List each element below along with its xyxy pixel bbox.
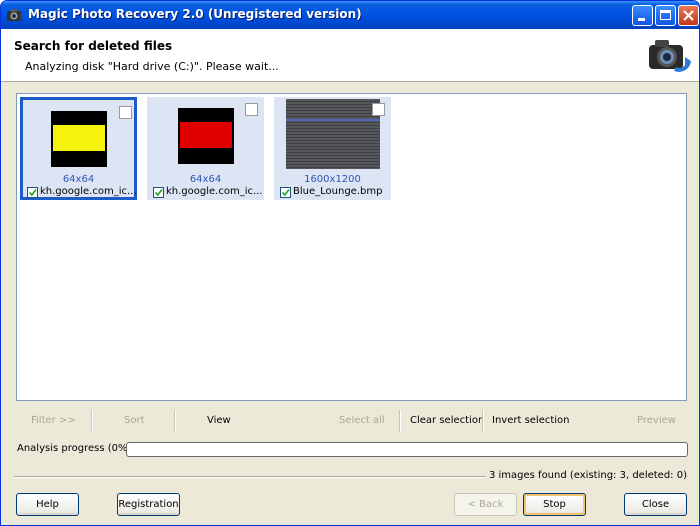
close-icon	[683, 10, 694, 21]
view-button[interactable]: View	[207, 415, 231, 426]
app-window: Magic Photo Recovery 2.0 (Unregistered v…	[0, 0, 700, 526]
file-name: kh.google.com_ic...	[40, 186, 136, 197]
image-dimensions: 1600x1200	[304, 174, 361, 185]
image-dimensions: 64x64	[189, 174, 222, 185]
status-text: 3 images found (existing: 3, deleted: 0)	[484, 470, 687, 481]
file-type-icon	[119, 106, 132, 119]
file-name: kh.google.com_ic...	[166, 186, 262, 197]
checkmark-icon	[281, 189, 290, 197]
help-button[interactable]: Help	[16, 493, 79, 516]
back-button[interactable]: < Back	[454, 493, 517, 516]
file-thumbnail[interactable]: 1600x1200 Blue_Lounge.bmp	[274, 97, 391, 200]
minimize-button[interactable]	[632, 5, 653, 26]
title-bar[interactable]: Magic Photo Recovery 2.0 (Unregistered v…	[1, 1, 699, 29]
clear-selection-button[interactable]: Clear selection	[410, 415, 484, 426]
stop-button[interactable]: Stop	[523, 493, 586, 516]
toolbar-separator	[91, 410, 93, 432]
image-dimensions: 64x64	[62, 174, 95, 185]
file-checkbox[interactable]	[27, 187, 38, 198]
preview-button[interactable]: Preview	[637, 415, 676, 426]
file-gallery[interactable]: 64x64 kh.google.com_ic... 64x64 kh.googl…	[16, 93, 687, 401]
file-thumbnail[interactable]: 64x64 kh.google.com_ic...	[20, 97, 137, 200]
file-thumbnail[interactable]: 64x64 kh.google.com_ic...	[147, 97, 264, 200]
file-checkbox[interactable]	[153, 187, 164, 198]
minimize-icon	[638, 18, 645, 21]
camera-app-icon	[7, 9, 21, 21]
camera-recovery-icon	[649, 40, 691, 72]
close-window-button[interactable]	[678, 5, 699, 26]
registration-button[interactable]: Registration	[117, 493, 180, 516]
analysis-progress-bar	[126, 442, 688, 457]
thumbnail-image	[51, 111, 107, 167]
file-type-icon	[372, 103, 385, 116]
progress-label: Analysis progress (0%)	[17, 443, 132, 454]
invert-selection-button[interactable]: Invert selection	[492, 415, 570, 426]
page-subtitle: Analyzing disk "Hard drive (C:)". Please…	[25, 60, 279, 73]
file-type-icon	[245, 103, 258, 116]
filter-button[interactable]: Filter >>	[31, 415, 76, 426]
wizard-header: Search for deleted files Analyzing disk …	[1, 29, 699, 82]
maximize-icon	[660, 10, 671, 20]
toolbar-separator	[174, 410, 176, 432]
checkmark-icon	[154, 189, 163, 197]
toolbar-separator	[482, 410, 484, 432]
file-checkbox[interactable]	[280, 187, 291, 198]
maximize-button[interactable]	[655, 5, 676, 26]
select-all-button[interactable]: Select all	[339, 415, 385, 426]
close-button[interactable]: Close	[624, 493, 687, 516]
page-title: Search for deleted files	[14, 39, 173, 53]
toolbar-separator	[399, 410, 401, 432]
checkmark-icon	[28, 189, 37, 197]
window-title: Magic Photo Recovery 2.0 (Unregistered v…	[28, 7, 362, 21]
sort-button[interactable]: Sort	[124, 415, 145, 426]
file-name: Blue_Lounge.bmp	[293, 186, 383, 197]
